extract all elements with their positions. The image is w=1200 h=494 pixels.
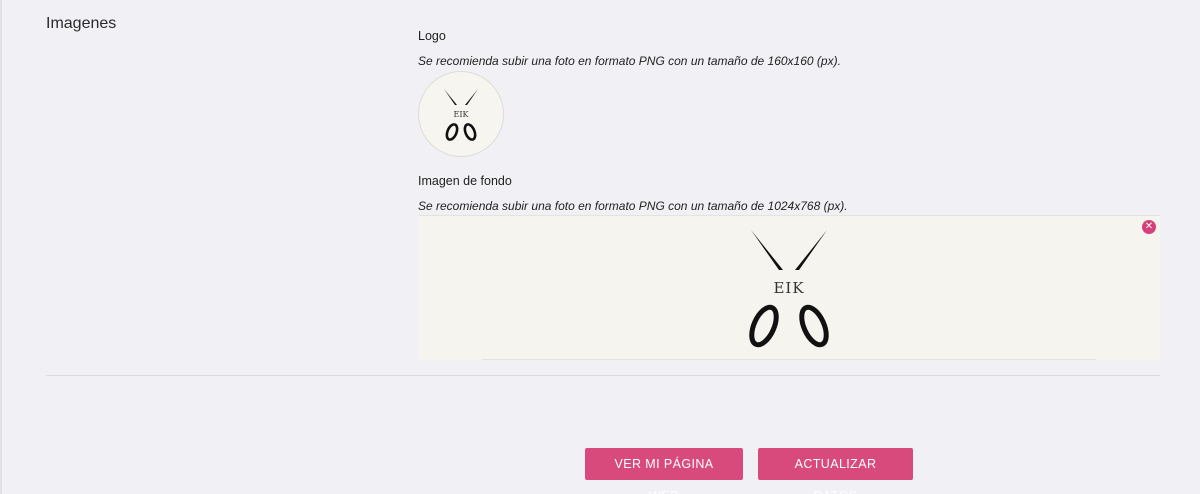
scissors-logo-icon: EIK xyxy=(444,89,478,141)
logo-image[interactable]: EIK xyxy=(418,71,504,157)
panel-border xyxy=(0,0,2,494)
scissors-background-icon: EIK xyxy=(749,230,829,348)
background-hint: Se recomienda subir una foto en formato … xyxy=(418,199,848,213)
logo-brand-text: EIK xyxy=(454,110,470,119)
close-icon: ✕ xyxy=(1144,221,1154,232)
section-divider xyxy=(46,375,1160,376)
logo-hint: Se recomienda subir una foto en formato … xyxy=(418,54,841,68)
logo-label: Logo xyxy=(418,29,446,43)
background-image[interactable]: EIK xyxy=(418,215,1160,360)
section-title: Imagenes xyxy=(46,15,117,32)
background-label: Imagen de fondo xyxy=(418,174,512,188)
images-settings-page: Imagenes Logo Se recomienda subir una fo… xyxy=(0,0,1200,494)
background-brand-text: EIK xyxy=(773,279,804,297)
update-data-button[interactable]: ACTUALIZAR DATOS xyxy=(758,448,913,494)
remove-background-button[interactable]: ✕ xyxy=(1142,220,1156,234)
image-bottom-edge xyxy=(482,359,1096,360)
view-website-button[interactable]: VER MI PÁGINA WEB xyxy=(585,448,743,494)
